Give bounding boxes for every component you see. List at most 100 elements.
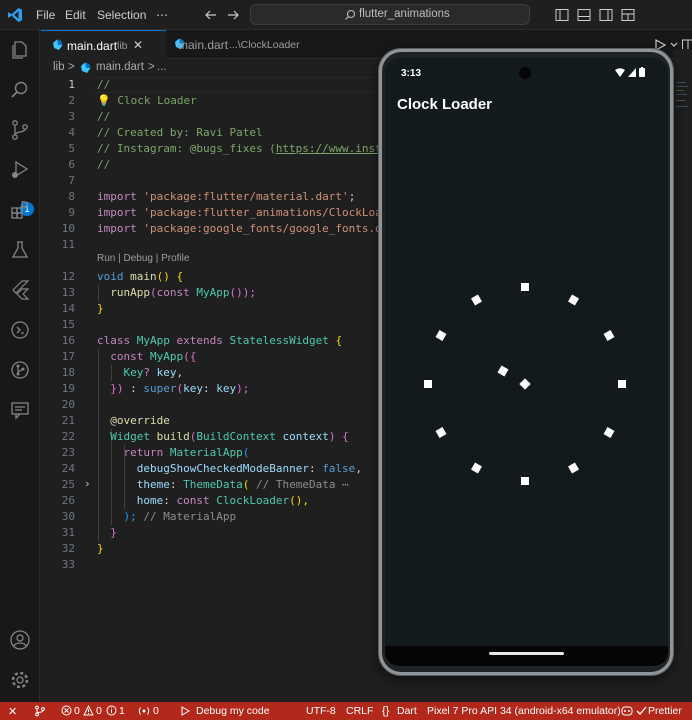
status-bar: ✕ 0 0 1 0 Debug my code UTF-8 CRLF {} Da… [0,702,692,720]
breadcrumb-sep: > [148,61,155,73]
warning-count[interactable]: 0 [96,705,102,717]
close-icon[interactable]: ✕ [133,38,143,52]
code-line: home: const ClockLoader(), [136,494,309,507]
code-line: return MaterialApp( [123,446,250,459]
check-all-icon[interactable] [636,705,647,716]
settings-gear-icon[interactable] [8,668,32,692]
line-number: 19 [61,382,75,395]
debug-icon[interactable] [179,705,191,717]
copilot-icon[interactable] [620,705,634,717]
debug-config[interactable]: Debug my code [196,705,270,717]
code-line: // Instagram: @bugs_fixes (https://www.i… [97,142,389,155]
info-count[interactable]: 1 [119,705,125,717]
braces-icon[interactable]: {} [382,705,389,717]
toggle-panel-icon[interactable] [575,6,593,24]
line-number: 18 [61,366,75,379]
line-number: 25 [61,478,75,491]
error-icon[interactable] [61,705,72,716]
command-center-search[interactable]: flutter_animations [250,4,530,25]
minimap[interactable] [675,80,690,120]
code-line: // [97,78,111,91]
run-debug-icon[interactable] [8,158,32,182]
arrow-right-icon[interactable] [224,6,242,24]
breadcrumb-more[interactable]: ... [157,61,167,73]
codelens-run-debug-profile[interactable]: Run | Debug | Profile [97,253,189,264]
line-number: 17 [61,350,75,363]
remote-indicator[interactable]: ✕ [8,705,17,718]
line-number: 20 [61,398,75,411]
prettier-status[interactable]: Prettier [648,705,682,717]
warning-icon[interactable] [83,705,94,716]
clock-dot [471,294,482,306]
code-line: // [97,158,111,171]
encoding[interactable]: UTF-8 [306,705,336,717]
ports-icon[interactable] [138,705,150,717]
code-line: void main() { [97,270,184,283]
code-line: } [97,542,104,555]
source-control-icon[interactable] [8,118,32,142]
line-number: 6 [68,158,75,171]
fold-chevron-icon[interactable]: › [84,477,91,490]
line-number: 30 [61,510,75,523]
line-number: 3 [68,110,75,123]
flutter-icon[interactable] [8,278,32,302]
code-line: // Created by: Ravi Patel [97,126,263,139]
extensions-icon[interactable] [8,198,32,222]
code-line: import 'package:flutter_animations/Clock… [97,206,389,219]
line-number: 1 [68,78,75,91]
code-line: } [97,302,104,315]
line-number: 23 [61,446,75,459]
line-number: 21 [61,414,75,427]
lightbulb-icon[interactable]: 💡 [97,94,111,107]
line-number: 2 [68,94,75,107]
toggle-primary-sidebar-icon[interactable] [553,6,571,24]
line-number: 26 [61,494,75,507]
flutter-device[interactable]: Pixel 7 Pro API 34 (android-x64 emulator… [427,705,621,717]
customize-layout-icon[interactable] [619,6,637,24]
comments-icon[interactable] [8,398,32,422]
menu-edit[interactable]: Edit [65,8,86,22]
toggle-secondary-sidebar-icon[interactable] [597,6,615,24]
explorer-icon[interactable] [8,38,32,62]
code-line: debugShowCheckedModeBanner: false, [136,462,362,475]
breadcrumb-folder[interactable]: lib [53,61,65,73]
git-graph-icon[interactable] [8,358,32,382]
menu-selection[interactable]: Selection [97,8,146,22]
testing-icon[interactable] [8,238,32,262]
clock-dot [471,462,482,474]
line-number: 15 [61,318,75,331]
end-of-line[interactable]: CRLF [346,705,373,717]
error-count[interactable]: 0 [74,705,80,717]
title-bar: File Edit Selection ⋯ flutter_animations [0,0,692,30]
clock-hand-dot [497,365,509,377]
search-icon[interactable] [8,78,32,102]
home-gesture-handle[interactable] [489,652,564,655]
account-icon[interactable] [8,628,32,652]
git-branch-icon[interactable] [34,705,46,717]
line-number: 10 [61,222,75,235]
menu-more[interactable]: ⋯ [156,8,168,22]
breadcrumb-file[interactable]: main.dart [96,61,144,73]
tab-description: lib [117,40,128,52]
tab-main-dart-lib[interactable]: main.dart lib ✕ [41,30,166,59]
arrow-left-icon[interactable] [202,6,220,24]
breadcrumb-sep: > [68,61,75,73]
code-line: } [110,526,117,539]
tab-label: main.dart [178,38,229,52]
tab-main-dart-clockloader[interactable]: main.dart ...\ClockLoader [167,30,357,59]
info-icon[interactable] [106,705,117,716]
ports-count[interactable]: 0 [153,705,159,717]
line-number: 14 [61,302,75,315]
language-mode[interactable]: Dart [397,705,417,717]
remote-explorer-icon[interactable] [8,318,32,342]
code-line: Key? key, [123,366,184,379]
phone-screen[interactable]: 3:13 Clock Loader [385,58,668,666]
tab-description: ...\ClockLoader [229,39,300,51]
line-number: 4 [68,126,75,139]
search-icon [345,9,356,20]
code-line: import 'package:google_fonts/google_font… [97,222,389,235]
phone-nav-bar [385,646,668,666]
code-line: runApp(const MyApp()); [110,286,256,299]
menu-file[interactable]: File [36,8,55,22]
line-number: 32 [61,542,75,555]
